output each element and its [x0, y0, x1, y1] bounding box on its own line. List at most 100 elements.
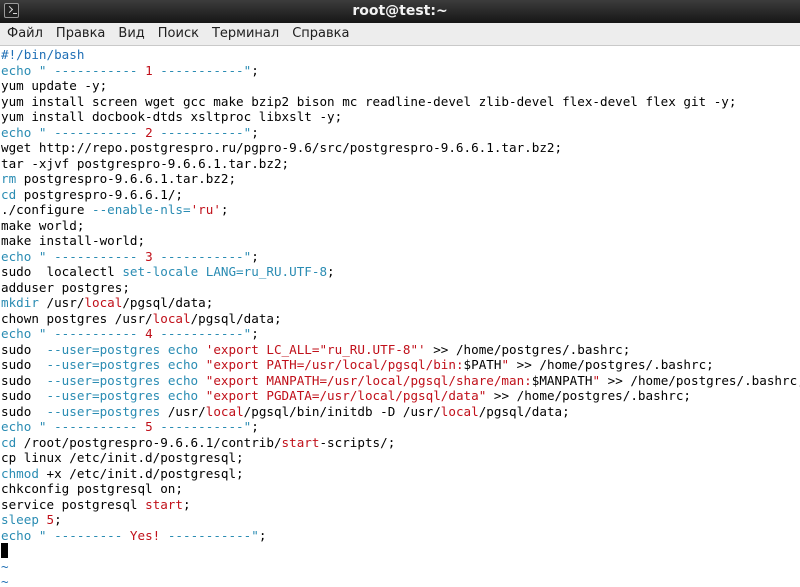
- terminal-line: #!/bin/bash: [1, 47, 84, 63]
- code-token: start: [281, 434, 320, 450]
- code-token: ;: [327, 264, 335, 279]
- terminal-line: wget http://repo.postgrespro.ru/pgpro-9.…: [1, 140, 562, 156]
- code-token: /root/postgrespro-9.6.6.1/contrib/: [16, 434, 282, 450]
- menu-edit[interactable]: Правка: [49, 23, 111, 45]
- code-token: service postgresql: [1, 496, 146, 512]
- code-token: local: [152, 310, 191, 326]
- code-token: /pgsql/data;: [190, 310, 282, 326]
- empty-line-tilde: ~: [1, 559, 9, 575]
- menu-view[interactable]: Вид: [111, 23, 150, 45]
- code-token: ;: [220, 202, 229, 217]
- terminal-line: echo " ----------- 1 -----------";: [1, 63, 259, 79]
- code-token: make install-world;: [1, 233, 146, 248]
- code-token: 'export LC_ALL="ru_RU.UTF-8"': [205, 341, 426, 357]
- code-token: 5: [145, 419, 153, 434]
- code-token: $MANPATH: [531, 372, 593, 388]
- code-token: --user=postgres echo: [46, 388, 206, 403]
- code-token: wget http://repo.postgrespro.ru/pgpro-9.…: [1, 140, 563, 155]
- code-token: sleep: [1, 512, 39, 527]
- menu-search[interactable]: Поиск: [151, 23, 205, 45]
- code-token: 4: [145, 326, 153, 341]
- code-token: -----------": [152, 248, 252, 264]
- terminal-line: chkconfig postgresql on;: [1, 481, 183, 497]
- code-token: echo " -----------: [1, 419, 146, 434]
- code-token: 5: [46, 512, 55, 527]
- terminal-line: chown postgres /usr/local/pgsql/data;: [1, 311, 282, 327]
- empty-line-tilde: ~: [1, 574, 9, 587]
- code-token: local: [440, 403, 479, 419]
- code-token: cd: [1, 186, 17, 202]
- code-token: -----------": [152, 124, 252, 140]
- terminal-line: echo " --------- Yes! -----------";: [1, 528, 266, 544]
- code-token: make world;: [1, 217, 85, 233]
- code-token: ;: [258, 527, 267, 543]
- code-token: postgrespro-9.6.6.1/;: [16, 186, 183, 202]
- terminal-line: echo " ----------- 2 -----------";: [1, 125, 259, 141]
- code-token: -----------": [160, 527, 259, 543]
- code-token: +x /etc/init.d/postgresql;: [38, 465, 244, 481]
- code-token: ;: [54, 512, 62, 527]
- code-token: chown postgres /usr/: [1, 310, 153, 326]
- menu-help[interactable]: Справка: [285, 23, 355, 45]
- terminal-line: sudo localectl set-locale LANG=ru_RU.UTF…: [1, 264, 335, 280]
- code-token: ~: [1, 574, 9, 587]
- code-token: --enable-nls=: [92, 202, 191, 217]
- terminal-area[interactable]: #!/bin/bash echo " ----------- 1 --------…: [0, 46, 800, 587]
- terminal-line: make install-world;: [1, 233, 145, 249]
- code-token: /usr/: [38, 295, 85, 310]
- code-token: yum update -y;: [1, 78, 108, 93]
- menu-file[interactable]: Файл: [0, 23, 49, 45]
- terminal-line: yum install docbook-dtds xsltproc libxsl…: [1, 109, 342, 125]
- code-token: start: [145, 496, 183, 512]
- code-token: -----------": [152, 326, 252, 341]
- code-token: /pgsql/data;: [122, 295, 214, 310]
- code-token: cd: [1, 434, 17, 450]
- terminal-line: yum update -y;: [1, 78, 107, 94]
- terminal-line: chmod +x /etc/init.d/postgresql;: [1, 466, 244, 482]
- code-token: -----------": [152, 62, 252, 78]
- code-token: sudo: [1, 357, 47, 372]
- code-token: 3: [145, 248, 153, 264]
- code-token: /usr/: [160, 403, 206, 419]
- code-token: adduser postgres;: [1, 279, 130, 295]
- code-token: ;: [251, 326, 259, 341]
- terminal-line: yum install screen wget gcc make bzip2 b…: [1, 94, 736, 110]
- terminal-line: echo " ----------- 3 -----------";: [1, 249, 259, 265]
- code-token: $PATH: [463, 357, 502, 372]
- code-token: yum install screen wget gcc make bzip2 b…: [1, 93, 737, 109]
- terminal-line: cp linux /etc/init.d/postgresql;: [1, 450, 244, 466]
- code-token: local: [84, 295, 123, 310]
- code-token: ;: [251, 248, 259, 264]
- terminal-line: echo " ----------- 4 -----------";: [1, 326, 259, 342]
- title-bar[interactable]: root@test:~: [0, 0, 800, 23]
- code-token: "export PATH=/usr/local/pgsql/bin:: [205, 357, 464, 372]
- code-token: ;: [182, 496, 191, 512]
- terminal-line: sudo --user=postgres echo "export PATH=/…: [1, 357, 714, 373]
- code-token: chkconfig postgresql on;: [1, 481, 183, 496]
- code-token: ": [501, 357, 510, 372]
- code-token: ;: [251, 124, 259, 140]
- code-token: 1: [145, 62, 153, 78]
- terminal-line: sudo --user=postgres /usr/local/pgsql/bi…: [1, 404, 570, 420]
- menu-bar: Файл Правка Вид Поиск Терминал Справка: [0, 23, 800, 46]
- text-cursor: [1, 543, 8, 558]
- code-token: >> /home/postgres/.bashrc;: [486, 388, 691, 403]
- code-token: rm: [1, 171, 17, 186]
- code-token: tar -xjvf postgrespro-9.6.6.1.tar.bz2;: [1, 155, 290, 171]
- code-token: >> /home/postgres/.bashrc;: [509, 357, 714, 372]
- code-token: sudo localectl: [1, 264, 123, 279]
- code-token: sudo: [1, 372, 47, 388]
- terminal-line: sudo --user=postgres echo "export PGDATA…: [1, 388, 691, 404]
- menu-terminal[interactable]: Терминал: [205, 23, 285, 45]
- terminal-line: mkdir /usr/local/pgsql/data;: [1, 295, 213, 311]
- code-token: echo " -----------: [1, 248, 146, 264]
- code-token: --user=postgres echo: [46, 372, 206, 388]
- code-token: echo " -----------: [1, 326, 146, 341]
- code-token: ~: [1, 558, 9, 574]
- code-token: /pgsql/bin/initdb -D /usr/: [243, 403, 441, 419]
- code-token: sudo: [1, 403, 47, 419]
- terminal-line: cd /root/postgrespro-9.6.6.1/contrib/sta…: [1, 435, 395, 451]
- code-token: --user=postgres echo: [46, 341, 206, 357]
- code-token: -scripts/;: [319, 434, 396, 450]
